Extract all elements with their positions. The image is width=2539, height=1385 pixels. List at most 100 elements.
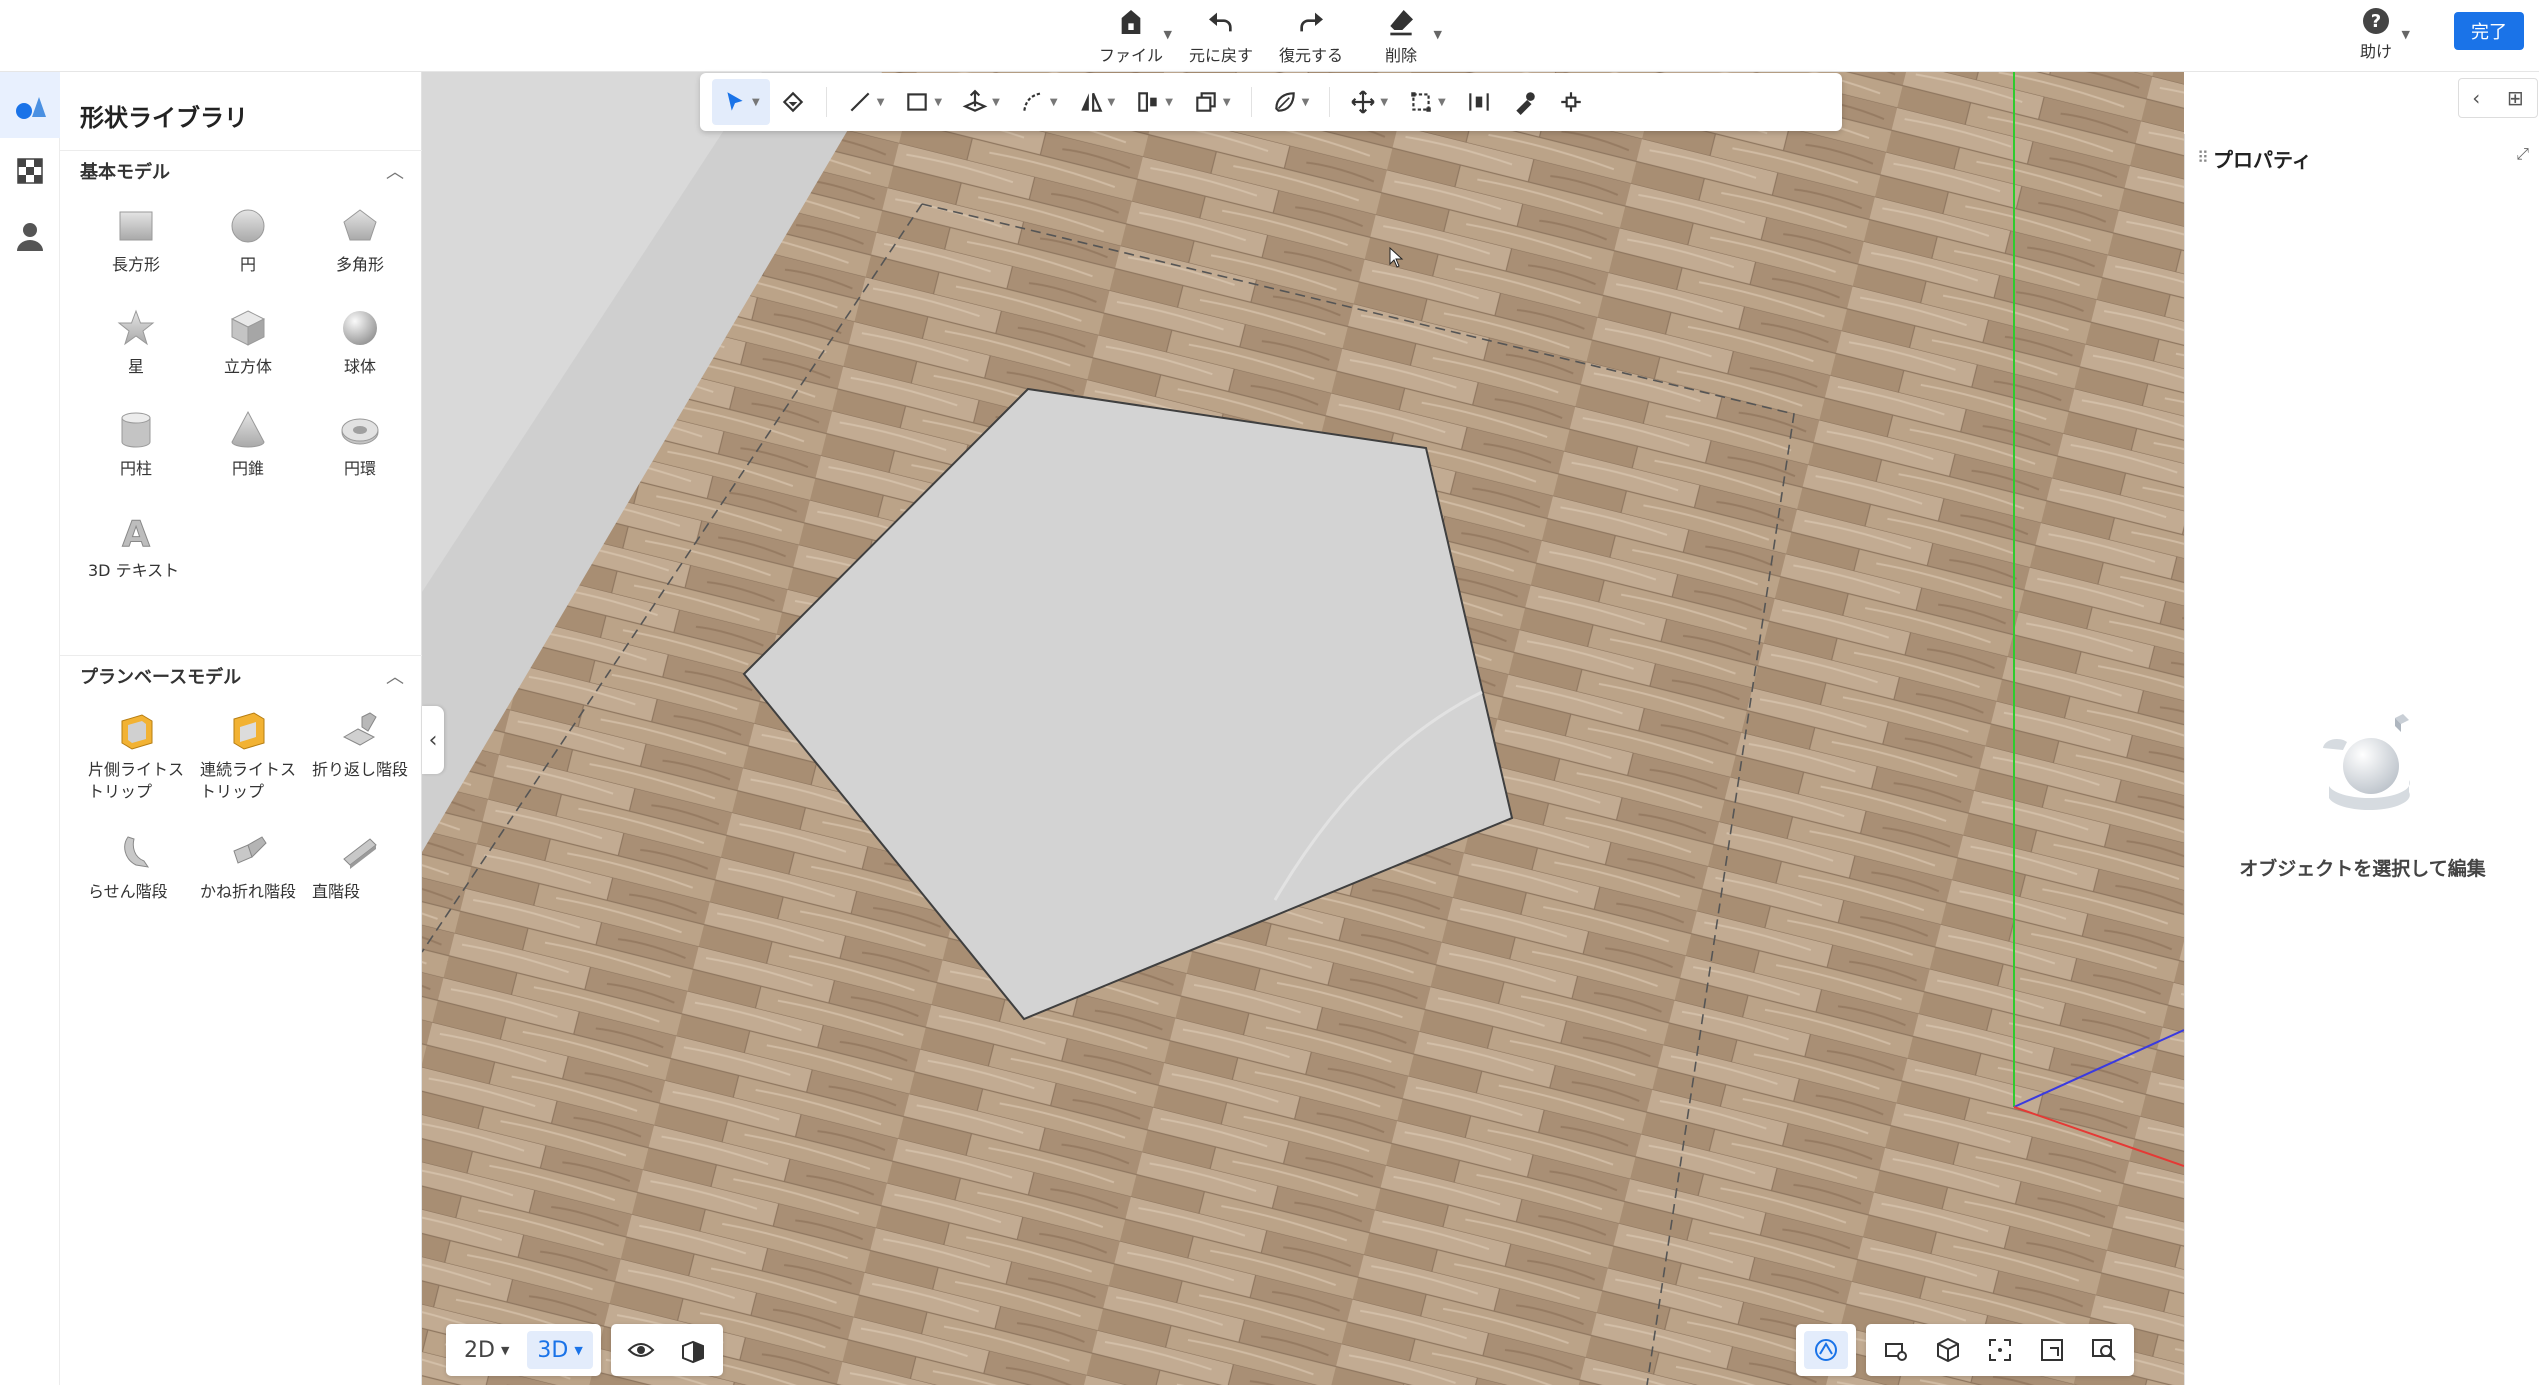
mirror-tool[interactable]: ▼ <box>1068 79 1126 125</box>
house-file-icon <box>1121 10 1141 34</box>
properties-title: プロパティ <box>2213 148 2312 172</box>
shape-star[interactable]: 星 <box>80 298 192 400</box>
3d-text-shape-icon: A <box>122 514 151 555</box>
basic-models-title: 基本モデル <box>80 161 170 183</box>
toolbar-separator <box>825 87 827 117</box>
zoom-search-button[interactable] <box>2082 1331 2126 1369</box>
arc-tool[interactable]: ▼ <box>1010 79 1068 125</box>
move-arrows-icon <box>1351 90 1375 114</box>
shape-switchback-stairs[interactable]: 折り返し階段 <box>304 701 416 823</box>
l-shaped-stairs-icon <box>233 836 267 864</box>
copy-tool[interactable]: ▼ <box>1183 79 1241 125</box>
select-tool[interactable]: ▼ <box>712 79 770 125</box>
paint-bucket-tool[interactable] <box>770 79 816 125</box>
move-tool[interactable]: ▼ <box>1340 79 1398 125</box>
push-pull-tool[interactable]: ▼ <box>952 79 1010 125</box>
measure-tool[interactable] <box>1502 79 1548 125</box>
chevron-down-icon: ▼ <box>1222 96 1231 108</box>
cube-outline-icon <box>1937 1337 1959 1363</box>
shape-torus[interactable]: 円環 <box>304 400 416 502</box>
collapse-library-button[interactable]: ‹ <box>422 706 444 774</box>
rail-shapes-tab[interactable] <box>0 72 60 138</box>
2d-mode-button[interactable]: 2D ▼ <box>454 1331 519 1369</box>
tape-measure-icon <box>1516 92 1535 115</box>
wall-box-icon <box>681 1340 704 1364</box>
shape-label: 多角形 <box>335 255 384 274</box>
rail-materials-tab[interactable] <box>0 138 60 204</box>
plan-models-header[interactable]: プランベースモデル ︿ <box>60 655 422 695</box>
shape-single-light-strip[interactable]: 片側ライトストリップ <box>80 701 192 823</box>
chevron-up-icon: ︿ <box>386 161 404 183</box>
undo-label: 元に戻す <box>1188 46 1253 65</box>
zoom-region-button[interactable] <box>2030 1331 2074 1369</box>
distribute-tool[interactable] <box>1456 79 1502 125</box>
shape-circle[interactable]: 円 <box>192 196 304 298</box>
shape-rectangle[interactable]: 長方形 <box>80 196 192 298</box>
align-tool[interactable]: ▼ <box>1125 79 1183 125</box>
chevron-down-icon: ▼ <box>1107 96 1116 108</box>
chevron-down-icon: ▼ <box>1163 28 1172 41</box>
shape-label: らせん階段 <box>88 882 168 901</box>
done-button[interactable]: 完了 <box>2454 12 2524 50</box>
scale-tool[interactable]: ▼ <box>1398 79 1456 125</box>
rectangle-tool[interactable]: ▼ <box>894 79 952 125</box>
3d-viewport[interactable] <box>422 72 2184 1385</box>
drag-handle-icon[interactable]: ⠿ <box>2197 148 2209 167</box>
shape-label: 球体 <box>343 357 376 376</box>
delete-button[interactable]: 削除 ▼ <box>1366 6 1442 66</box>
layout-grid-icon[interactable]: ⊞ <box>2507 86 2524 110</box>
3d-view-button[interactable] <box>1926 1331 1970 1369</box>
file-menu-label: ファイル <box>1098 46 1163 65</box>
fit-view-button[interactable] <box>1978 1331 2022 1369</box>
checker-material-icon <box>17 158 43 184</box>
wall-view-button[interactable] <box>671 1331 715 1369</box>
shape-cone[interactable]: 円錐 <box>192 400 304 502</box>
shape-straight-stairs[interactable]: 直階段 <box>304 823 416 945</box>
straight-stairs-icon <box>343 838 377 869</box>
shape-label: 円 <box>239 255 256 274</box>
3d-mode-button[interactable]: 3D ▼ <box>527 1331 593 1369</box>
file-menu-button[interactable]: ファイル ▼ <box>1096 6 1172 66</box>
top-bar: ファイル ▼ 元に戻す 復元する 削除 ▼ ? 助け ▼ 完了 <box>0 0 2539 72</box>
redo-button[interactable]: 復元する <box>1276 6 1346 66</box>
expand-icon[interactable]: ⤢ <box>2516 144 2529 164</box>
visibility-button[interactable] <box>619 1331 663 1369</box>
shape-continuous-light-strip[interactable]: 連続ライトストリップ <box>192 701 304 823</box>
drawing-toolbar: ▼ ▼ ▼ ▼ ▼ ▼ ▼ ▼ ▼ ▼ ▼ <box>700 73 1842 131</box>
chevron-left-icon[interactable]: ‹ <box>2472 86 2480 110</box>
undo-button[interactable]: 元に戻す <box>1186 6 1256 66</box>
shape-cylinder[interactable]: 円柱 <box>80 400 192 502</box>
user-icon <box>17 223 43 251</box>
display-toggles <box>610 1324 723 1376</box>
shape-3d-text[interactable]: A 3D テキスト <box>80 502 192 604</box>
shape-sphere[interactable]: 球体 <box>304 298 416 400</box>
shape-cube[interactable]: 立方体 <box>192 298 304 400</box>
shape-label: 星 <box>127 357 144 376</box>
help-button[interactable]: ? 助け ▼ <box>2360 8 2410 62</box>
rectangle-shape-icon <box>119 211 153 241</box>
chevron-down-icon: ▼ <box>934 96 943 108</box>
snap-button[interactable] <box>1804 1331 1848 1369</box>
cone-shape-icon <box>231 410 265 448</box>
chevron-down-icon: ▼ <box>574 1343 583 1357</box>
mirror-icon <box>1080 92 1102 112</box>
camera-settings-button[interactable] <box>1874 1331 1918 1369</box>
shape-label: かね折れ階段 <box>200 882 297 901</box>
chevron-down-icon: ▼ <box>500 1343 510 1357</box>
pan-tool[interactable] <box>1548 79 1594 125</box>
shape-l-shaped-stairs[interactable]: かね折れ階段 <box>192 823 304 945</box>
basic-models-header[interactable]: 基本モデル ︿ <box>60 150 422 190</box>
zoom-frame-icon <box>2041 1339 2063 1361</box>
line-tool[interactable]: ▼ <box>837 79 895 125</box>
shape-polygon[interactable]: 多角形 <box>304 196 416 298</box>
select-arrow-icon <box>727 92 743 111</box>
focus-frame-icon <box>1989 1339 2011 1361</box>
surface-tool[interactable]: ▼ <box>1262 79 1320 125</box>
shape-spiral-stairs[interactable]: らせん階段 <box>80 823 192 945</box>
rail-user-tab[interactable] <box>0 204 60 270</box>
empty-selection-message: オブジェクトを選択して編集 <box>2239 858 2486 880</box>
cylinder-shape-icon <box>121 412 151 448</box>
magnifier-icon <box>2092 1339 2116 1361</box>
chevron-down-icon: ▼ <box>2401 28 2411 41</box>
scene-canvas[interactable] <box>422 72 2184 1385</box>
